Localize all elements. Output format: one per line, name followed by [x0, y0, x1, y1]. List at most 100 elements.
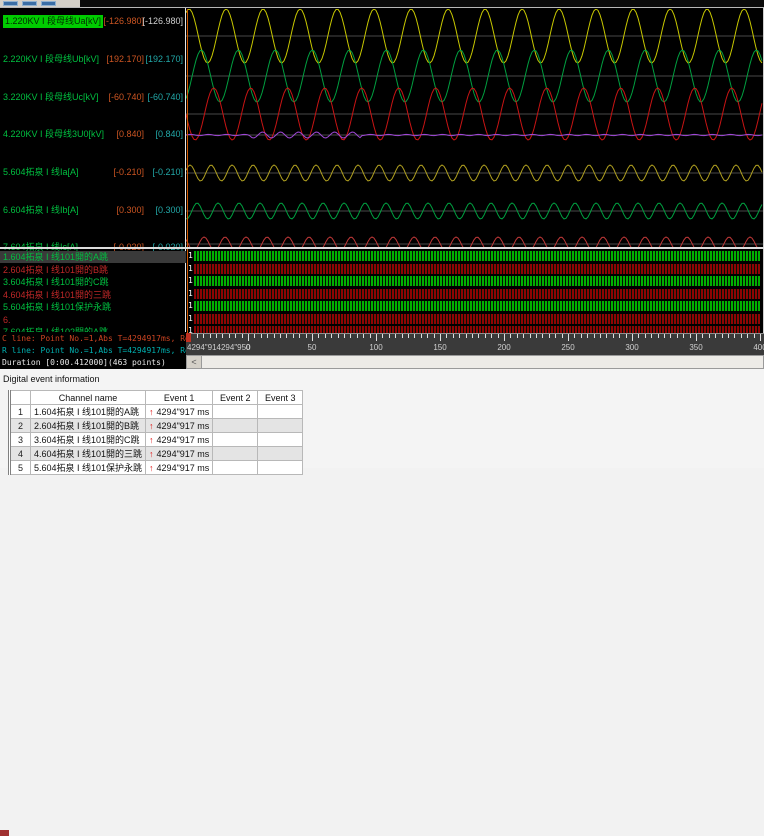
- axis-tick-label: 50: [307, 343, 317, 352]
- analog-channel-row[interactable]: 1.220KV I 段母线Ua[kV] [-126.980] [-126.980]: [0, 15, 185, 28]
- digital-channel-label[interactable]: 1.604拓泉 I 线101開的A跳: [3, 251, 108, 263]
- channel-value-1: [-126.980]: [103, 16, 144, 26]
- axis-tick: [401, 334, 403, 338]
- channel-value-2: [-0.210]: [152, 167, 183, 177]
- scrollbar-left-arrow-icon[interactable]: <: [187, 356, 202, 368]
- digital-channel-row[interactable]: 1.604拓泉 I 线101開的A跳: [0, 251, 186, 263]
- axis-tick: [561, 334, 563, 338]
- analog-channel-label[interactable]: 1.220KV I 段母线Ua[kV]: [3, 15, 104, 28]
- digital-channel-label[interactable]: 5.604拓泉 I 线101保护永跳: [3, 301, 111, 313]
- axis-tick: [740, 334, 742, 338]
- digital-channel-row[interactable]: 2.604拓泉 I 线101開的B跳: [0, 264, 186, 276]
- digital-event-table: Channel name Event 1 Event 2 Event 3 1 1.604…: [8, 390, 304, 475]
- channel-name-cell: 1.604拓泉 I 线101開的A跳: [29, 404, 147, 419]
- row-number: 2: [9, 418, 31, 433]
- axis-tick: [696, 334, 697, 341]
- axis-tick: [369, 334, 371, 338]
- table-row[interactable]: 2 2.604拓泉 I 线101開的B跳 ↑ 4294"917 ms: [9, 418, 304, 433]
- corner-marker: [0, 830, 9, 836]
- horizontal-scrollbar[interactable]: <: [186, 355, 764, 369]
- analog-channel-row[interactable]: 2.220KV I 段母线Ub[kV] [192.170] [192.170]: [0, 53, 185, 66]
- top-strip: [0, 0, 764, 7]
- cursor-line[interactable]: [187, 9, 188, 333]
- axis-tick: [632, 334, 633, 341]
- rising-edge-icon: ↑: [149, 434, 154, 445]
- digital-channel-label[interactable]: 2.604拓泉 I 线101開的B跳: [3, 264, 108, 276]
- axis-tick: [683, 334, 685, 338]
- axis-tick: [568, 334, 569, 341]
- column-header: Event 3: [257, 390, 304, 405]
- table-row[interactable]: 1 1.604拓泉 I 线101開的A跳 ↑ 4294"917 ms: [9, 404, 304, 419]
- digital-channel-row[interactable]: 3.604拓泉 I 线101開的C跳: [0, 276, 186, 288]
- analog-channel-label[interactable]: 3.220KV I 段母线Uc[kV]: [3, 91, 99, 104]
- axis-tick: [574, 334, 576, 338]
- c-line-status: C line: Point No.=1,Abs T=4294917ms, Rel…: [2, 334, 186, 343]
- axis-tick: [299, 334, 301, 338]
- axis-tick: [286, 334, 288, 338]
- channel-value-2: [-60.740]: [147, 92, 183, 102]
- analog-digital-divider: [0, 247, 764, 249]
- analog-waveforms-svg[interactable]: [186, 9, 763, 247]
- analog-channel-label[interactable]: 5.604拓泉 I 线Ia[A]: [3, 166, 79, 179]
- cursor-flag-icon[interactable]: [186, 333, 191, 342]
- digital-waveform-bar: [194, 301, 760, 311]
- section-title: Digital event information: [3, 374, 100, 384]
- axis-tick: [670, 334, 672, 338]
- channel-name-cell: 4.604拓泉 I 线101開的三跳: [29, 446, 147, 461]
- axis-tick: [504, 334, 505, 341]
- axis-tick: [593, 334, 595, 338]
- axis-tick: [324, 334, 326, 338]
- axis-tick-label: 0: [245, 343, 251, 352]
- axis-tick: [708, 334, 710, 338]
- axis-tick: [452, 334, 454, 338]
- axis-tick: [408, 334, 409, 338]
- event3-cell: [257, 432, 304, 447]
- axis-tick: [216, 334, 217, 338]
- axis-tick: [600, 334, 601, 338]
- scrollbar-track[interactable]: [202, 356, 763, 368]
- table-row[interactable]: 3 3.604拓泉 I 线101開的C跳 ↑ 4294"917 ms: [9, 432, 304, 447]
- column-header: [9, 390, 31, 405]
- digital-channel-label[interactable]: 6.: [3, 314, 11, 326]
- axis-tick: [414, 334, 416, 338]
- axis-tick: [760, 334, 761, 341]
- toolbar-btn-1-icon[interactable]: [3, 1, 18, 6]
- axis-tick: [536, 334, 537, 338]
- axis-tick: [651, 334, 653, 338]
- waveform-plot-area[interactable]: 1111111 4294"914294"950 0 50 100 150 200 250 3…: [186, 8, 764, 369]
- table-row[interactable]: 4 4.604拓泉 I 线101開的三跳 ↑ 4294"917 ms: [9, 446, 304, 461]
- analog-channel-row[interactable]: 4.220KV I 段母线3U0[kV] [0.840] [0.840]: [0, 128, 185, 141]
- row-number: 3: [9, 432, 31, 447]
- axis-tick: [427, 334, 429, 338]
- axis-tick-label: 250: [561, 343, 575, 352]
- digital-channel-label[interactable]: 3.604拓泉 I 线101開的C跳: [3, 276, 109, 288]
- digital-waveform-bar: [194, 289, 760, 299]
- axis-tick: [312, 334, 313, 341]
- axis-tick: [331, 334, 333, 338]
- digital-state-value: 1: [188, 251, 193, 260]
- analog-channel-row[interactable]: 6.604拓泉 I 线Ib[A] [0.300] [0.300]: [0, 204, 185, 217]
- toolbar-btn-2-icon[interactable]: [22, 1, 37, 6]
- analog-channel-label[interactable]: 6.604拓泉 I 线Ib[A]: [3, 204, 79, 217]
- axis-tick: [376, 334, 377, 341]
- axis-tick: [382, 334, 384, 338]
- axis-tick: [203, 334, 205, 338]
- digital-channel-row[interactable]: 4.604拓泉 I 线101開的三跳: [0, 289, 186, 301]
- analog-channel-label[interactable]: 4.220KV I 段母线3U0[kV]: [3, 128, 104, 141]
- digital-channel-label[interactable]: 4.604拓泉 I 线101開的三跳: [3, 289, 111, 301]
- axis-tick: [664, 334, 665, 338]
- digital-channel-row[interactable]: 5.604拓泉 I 线101保护永跳: [0, 301, 186, 313]
- axis-tick: [484, 334, 486, 338]
- toolbar-btn-3-icon[interactable]: [41, 1, 56, 6]
- axis-tick: [228, 334, 230, 338]
- column-header: Event 1: [145, 390, 214, 405]
- analog-channel-row[interactable]: 3.220KV I 段母线Uc[kV] [-60.740] [-60.740]: [0, 91, 185, 104]
- analog-channel-row[interactable]: 5.604拓泉 I 线Ia[A] [-0.210] [-0.210]: [0, 166, 185, 179]
- digital-channel-row[interactable]: 6.: [0, 314, 186, 326]
- axis-tick: [280, 334, 281, 338]
- digital-waveform-bar: [194, 251, 760, 261]
- axis-tick-label: 400: [753, 343, 764, 352]
- axis-tick: [478, 334, 480, 338]
- analog-channel-label[interactable]: 2.220KV I 段母线Ub[kV]: [3, 53, 99, 66]
- axis-tick: [472, 334, 473, 338]
